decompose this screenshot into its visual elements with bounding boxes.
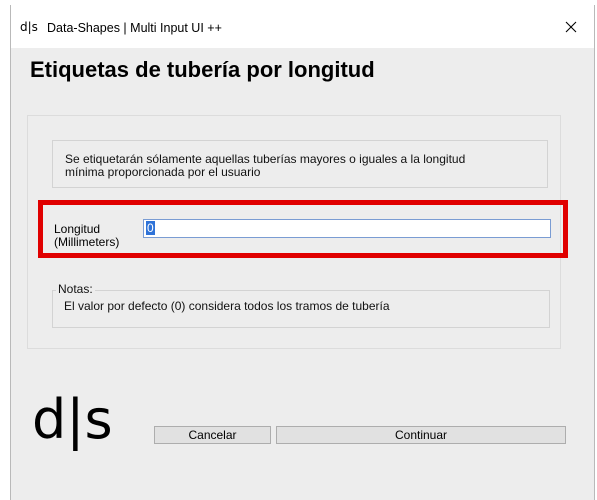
app-logo-icon: d|s <box>20 20 38 34</box>
window-title: Data-Shapes | Multi Input UI ++ <box>47 21 222 35</box>
length-label: Longitud (Millimeters) <box>54 223 119 249</box>
title-bar: d|s Data-Shapes | Multi Input UI ++ <box>11 5 594 48</box>
notes-text: El valor por defecto (0) considera todos… <box>64 299 390 313</box>
continue-button[interactable]: Continuar <box>276 426 566 444</box>
description-line-2: mínima proporcionada por el usuario <box>65 165 261 179</box>
description-box: Se etiquetarán sólamente aquellas tuberí… <box>52 140 548 188</box>
cancel-button[interactable]: Cancelar <box>154 426 271 444</box>
length-input-value: 0 <box>146 221 155 235</box>
page-title: Etiquetas de tubería por longitud <box>30 57 375 82</box>
data-shapes-logo: d|s <box>32 388 113 451</box>
length-input[interactable]: 0 <box>143 219 551 238</box>
close-icon <box>565 21 577 32</box>
length-label-line-2: (Millimeters) <box>54 235 120 249</box>
close-button[interactable] <box>548 5 594 48</box>
notes-legend: Notas: <box>56 282 95 296</box>
